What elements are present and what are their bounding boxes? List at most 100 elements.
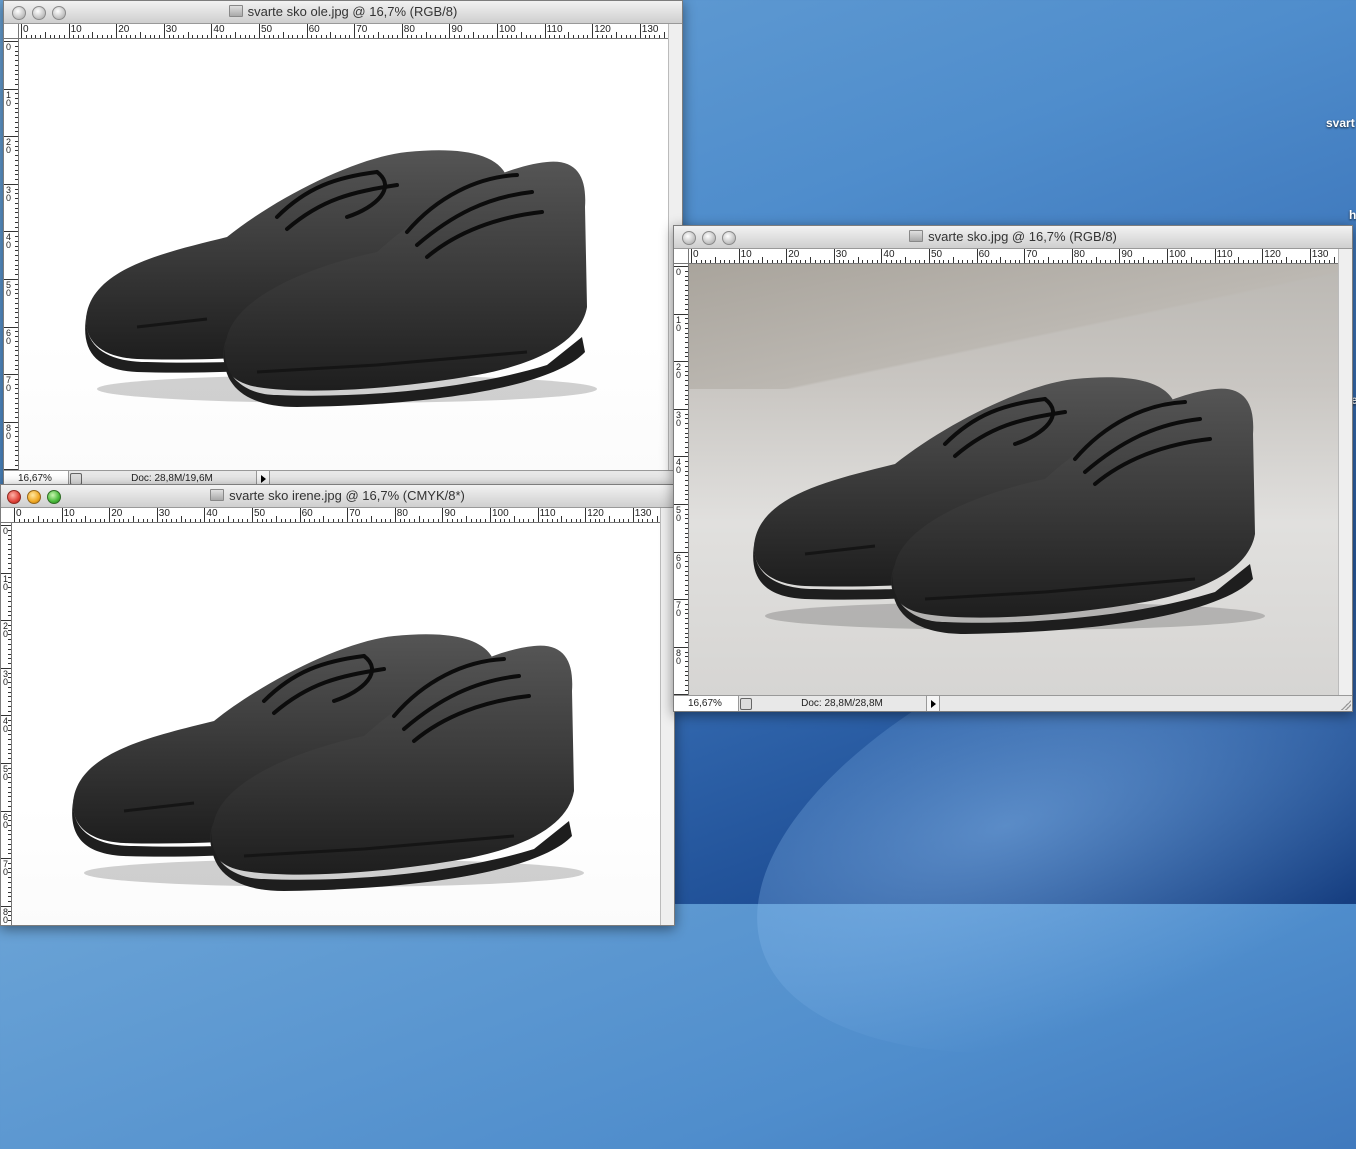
ruler-tick	[739, 249, 740, 263]
ruler-tick	[321, 35, 322, 38]
ruler-tick	[8, 601, 11, 602]
ruler-label: 2 0	[6, 138, 14, 154]
ruler-tick	[1062, 260, 1063, 263]
ruler-tick	[376, 519, 377, 522]
ruler-tick	[578, 35, 579, 38]
ruler-tick	[1210, 260, 1211, 263]
ruler-tick	[1329, 260, 1330, 263]
status-menu-arrow[interactable]	[926, 696, 940, 711]
ruler-tick	[8, 658, 11, 659]
resize-grip[interactable]	[1341, 700, 1351, 710]
ruler-tick	[8, 787, 11, 788]
ruler-tick	[8, 687, 11, 688]
ruler-tick	[642, 519, 643, 522]
minimize-button[interactable]	[702, 231, 716, 245]
ruler-tick	[461, 519, 462, 522]
window-titlebar[interactable]: svarte sko irene.jpg @ 16,7% (CMYK/8*)	[1, 485, 674, 508]
minimize-button[interactable]	[27, 490, 41, 504]
close-button[interactable]	[12, 6, 26, 20]
ruler-tick	[862, 260, 863, 263]
image-canvas[interactable]	[19, 39, 668, 470]
ruler-tick	[342, 519, 343, 522]
zoom-button[interactable]	[52, 6, 66, 20]
ruler-tick	[571, 519, 572, 522]
ruler-tick	[133, 516, 134, 522]
ruler-tick	[257, 519, 258, 522]
window-titlebar[interactable]: svarte sko.jpg @ 16,7% (RGB/8)	[674, 226, 1352, 249]
ruler-tick	[8, 782, 11, 783]
document-window-irene[interactable]: svarte sko irene.jpg @ 16,7% (CMYK/8*) 0…	[0, 484, 675, 926]
vertical-scrollbar[interactable]	[660, 508, 674, 925]
ruler-tick	[76, 519, 77, 522]
vertical-ruler[interactable]: 01 02 03 04 05 06 07 08 09	[674, 264, 689, 695]
ruler-tick	[1224, 260, 1225, 263]
ruler-tick	[1310, 249, 1311, 263]
ruler-tick	[114, 519, 115, 522]
vertical-ruler[interactable]: 01 02 03 04 05 06 07 08 09	[1, 523, 12, 925]
document-window-ole[interactable]: svarte sko ole.jpg @ 16,7% (RGB/8) 01020…	[3, 0, 683, 487]
ruler-tick	[400, 519, 401, 522]
ruler-tick	[295, 519, 296, 522]
ruler-label: 120	[1264, 249, 1281, 260]
close-button[interactable]	[7, 490, 21, 504]
image-canvas[interactable]	[689, 264, 1338, 695]
ruler-tick	[685, 433, 688, 434]
ruler-label: 8 0	[6, 424, 14, 440]
horizontal-ruler[interactable]: 0102030405060708090100110120130	[12, 508, 660, 523]
ruler-tick	[685, 352, 688, 353]
ruler-label: 30	[166, 24, 177, 35]
ruler-tick	[188, 32, 189, 38]
vertical-ruler[interactable]: 01 02 03 04 05 06 07 08 09	[4, 39, 19, 470]
ruler-tick	[15, 322, 18, 323]
ruler-tick	[1167, 249, 1168, 263]
ruler-tick	[433, 519, 434, 522]
ruler-tick	[15, 384, 18, 385]
ruler-tick	[685, 680, 688, 681]
ruler-tick	[423, 519, 424, 522]
zoom-level-field[interactable]: 16,67%	[674, 696, 739, 711]
ruler-tick	[169, 35, 170, 38]
timer-icon[interactable]	[740, 698, 752, 710]
minimize-button[interactable]	[32, 6, 46, 20]
ruler-tick	[8, 877, 11, 878]
ruler-label: 5 0	[676, 506, 684, 522]
ruler-tick	[1148, 260, 1149, 263]
ruler-tick	[685, 652, 688, 653]
desktop-icon-label[interactable]: svart	[1326, 116, 1355, 130]
image-canvas[interactable]	[12, 523, 660, 925]
ruler-origin[interactable]	[674, 249, 689, 264]
ruler-tick	[685, 280, 688, 281]
ruler-tick	[45, 32, 46, 38]
desktop-icon-label[interactable]: h	[1349, 208, 1356, 222]
ruler-tick	[729, 260, 730, 263]
document-window-sko[interactable]: svarte sko.jpg @ 16,7% (RGB/8) 010203040…	[673, 225, 1353, 712]
ruler-label: 90	[1121, 249, 1132, 260]
ruler-tick	[805, 260, 806, 263]
ruler-label: 130	[642, 24, 659, 35]
horizontal-ruler[interactable]: 0102030405060708090100110120130	[19, 24, 668, 39]
ruler-tick	[685, 656, 688, 657]
horizontal-ruler[interactable]: 0102030405060708090100110120130	[689, 249, 1338, 264]
window-titlebar[interactable]: svarte sko ole.jpg @ 16,7% (RGB/8)	[4, 1, 682, 24]
ruler-tick	[1205, 260, 1206, 263]
ruler-tick	[340, 35, 341, 38]
ruler-tick	[304, 519, 305, 522]
ruler-origin[interactable]	[4, 24, 19, 39]
ruler-tick	[357, 519, 358, 522]
zoom-button[interactable]	[47, 490, 61, 504]
close-button[interactable]	[682, 231, 696, 245]
window-title: svarte sko ole.jpg @ 16,7% (RGB/8)	[248, 4, 458, 19]
zoom-button[interactable]	[722, 231, 736, 245]
ruler-tick	[649, 35, 650, 38]
ruler-tick	[685, 685, 688, 686]
ruler-tick	[121, 35, 122, 38]
vertical-scrollbar[interactable]	[1338, 249, 1352, 695]
ruler-tick	[834, 249, 835, 263]
ruler-tick	[685, 385, 688, 386]
ruler-tick	[15, 441, 18, 442]
ruler-tick	[685, 618, 688, 619]
ruler-tick	[15, 355, 18, 356]
ruler-tick	[549, 35, 550, 38]
ruler-tick	[264, 35, 265, 38]
ruler-tick	[685, 437, 688, 438]
